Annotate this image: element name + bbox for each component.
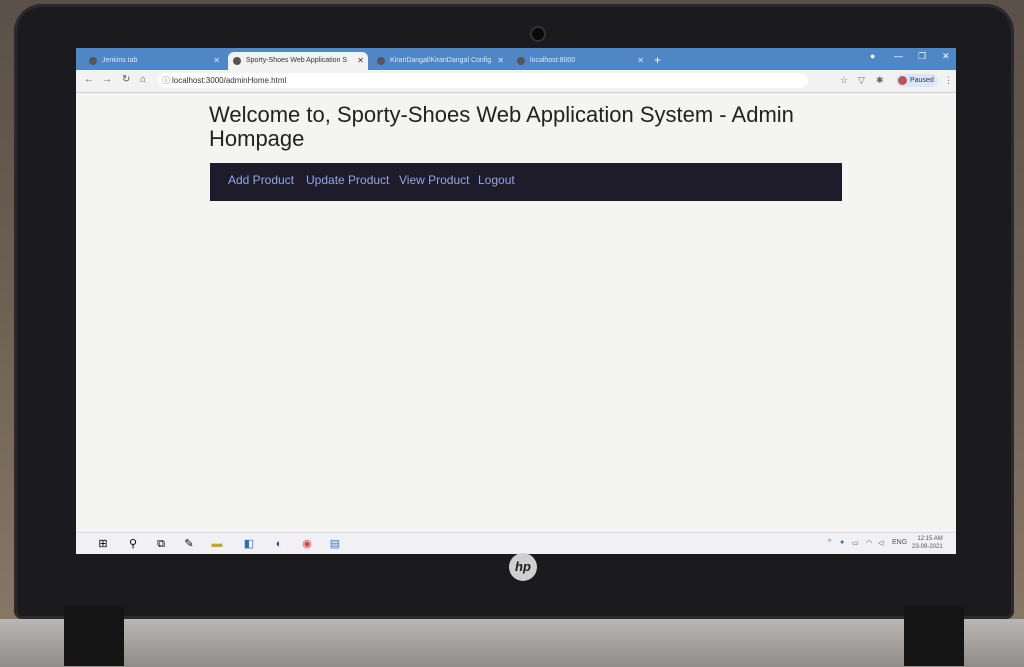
reload-icon[interactable]: ↻ bbox=[122, 74, 130, 85]
hp-logo: hp bbox=[509, 553, 537, 581]
wifi-icon[interactable]: ◠ bbox=[866, 539, 872, 547]
globe-icon bbox=[517, 57, 525, 65]
extension-icon[interactable]: ▽ bbox=[858, 75, 865, 86]
jenkins-icon bbox=[89, 57, 97, 65]
tab-label: KiranDangal/KiranDangal Config bbox=[390, 57, 492, 64]
right-hinge bbox=[904, 606, 964, 666]
webcam bbox=[530, 26, 546, 42]
language-indicator[interactable]: ENG bbox=[892, 539, 907, 546]
address-bar[interactable]: ⓘ localhost:3000/adminHome.html bbox=[158, 73, 808, 88]
chevron-up-icon[interactable]: ^ bbox=[828, 539, 831, 546]
eclipse-icon[interactable]: ◐ bbox=[272, 537, 286, 551]
nav-logout[interactable]: Logout bbox=[478, 173, 515, 187]
windows-icon[interactable]: ⊞ bbox=[96, 537, 110, 551]
record-icon: ● bbox=[870, 51, 876, 61]
star-icon[interactable]: ☆ bbox=[840, 75, 848, 86]
clock[interactable]: 12:15 AM 23-09-2021 bbox=[912, 535, 943, 551]
nav-update-product[interactable]: Update Product bbox=[306, 173, 389, 187]
left-hinge bbox=[64, 606, 124, 666]
address-text: localhost:3000/adminHome.html bbox=[172, 76, 287, 85]
tab-0[interactable]: Jenkins tab ✕ bbox=[84, 52, 224, 70]
avatar bbox=[898, 76, 907, 85]
screen: Jenkins tab ✕ Sporty-Shoes Web Applicati… bbox=[76, 48, 956, 554]
new-tab-button[interactable]: + bbox=[654, 52, 661, 68]
laptop-base bbox=[0, 619, 1024, 667]
forward-icon[interactable]: → bbox=[102, 74, 112, 85]
laptop-lid: Jenkins tab ✕ Sporty-Shoes Web Applicati… bbox=[14, 4, 1014, 619]
close-icon[interactable]: ✕ bbox=[213, 52, 220, 70]
clock-date: 23-09-2021 bbox=[912, 544, 943, 550]
page-content: Welcome to, Sporty-Shoes Web Application… bbox=[76, 93, 956, 533]
maximize-button[interactable]: ❐ bbox=[918, 51, 926, 62]
taskbar: ⊞ ⚲ ⧉ ✎ ▬ ◧ ◐ ◉ ▤ ^ ● ▭ ◠ ◁ ENG 12:15 AM… bbox=[76, 532, 956, 554]
bluetooth-icon[interactable]: ● bbox=[840, 539, 844, 546]
home-icon[interactable]: ⌂ bbox=[140, 74, 146, 85]
close-icon[interactable]: ✕ bbox=[637, 52, 644, 70]
close-icon[interactable]: ✕ bbox=[357, 52, 364, 70]
volume-icon[interactable]: ◁ bbox=[878, 539, 883, 547]
tab-label: localhost:8000 bbox=[530, 57, 576, 64]
task-view-icon[interactable]: ⧉ bbox=[154, 537, 168, 551]
globe-icon bbox=[233, 57, 241, 65]
page-title: Welcome to, Sporty-Shoes Web Application… bbox=[209, 102, 794, 151]
tab-label: Sporty-Shoes Web Application S bbox=[246, 57, 348, 64]
github-icon bbox=[377, 57, 385, 65]
puzzle-icon[interactable]: ✱ bbox=[876, 75, 884, 86]
navbar: Add Product Update Product View Product … bbox=[210, 163, 842, 201]
tab-strip: Jenkins tab ✕ Sporty-Shoes Web Applicati… bbox=[76, 48, 956, 70]
chrome-icon[interactable]: ◉ bbox=[300, 537, 314, 551]
vscode-icon[interactable]: ◧ bbox=[242, 537, 256, 551]
tab-label: Jenkins tab bbox=[102, 57, 138, 64]
nav-view-product[interactable]: View Product bbox=[399, 173, 469, 187]
minimize-button[interactable]: — bbox=[894, 51, 903, 61]
back-icon[interactable]: ← bbox=[84, 74, 94, 85]
profile-button[interactable]: Paused bbox=[896, 74, 938, 87]
info-icon: ⓘ bbox=[162, 76, 170, 85]
search-icon[interactable]: ⚲ bbox=[126, 537, 140, 551]
profile-status: Paused bbox=[910, 77, 934, 84]
menu-icon[interactable]: ⋮ bbox=[944, 75, 953, 86]
close-icon[interactable]: ✕ bbox=[497, 52, 504, 70]
notes-icon[interactable]: ▤ bbox=[328, 537, 342, 551]
folder-icon[interactable]: ▬ bbox=[210, 537, 224, 551]
close-window-button[interactable]: ✕ bbox=[942, 51, 950, 62]
browser-toolbar: ← → ↻ ⌂ ⓘ localhost:3000/adminHome.html … bbox=[76, 70, 956, 93]
app-icon[interactable]: ✎ bbox=[182, 537, 196, 551]
tab-1[interactable]: Sporty-Shoes Web Application S ✕ bbox=[228, 52, 368, 70]
tab-3[interactable]: localhost:8000 ✕ bbox=[512, 52, 648, 70]
nav-add-product[interactable]: Add Product bbox=[228, 173, 294, 187]
tab-2[interactable]: KiranDangal/KiranDangal Config ✕ bbox=[372, 52, 508, 70]
clock-time: 12:15 AM bbox=[917, 536, 943, 542]
battery-icon[interactable]: ▭ bbox=[852, 539, 859, 547]
